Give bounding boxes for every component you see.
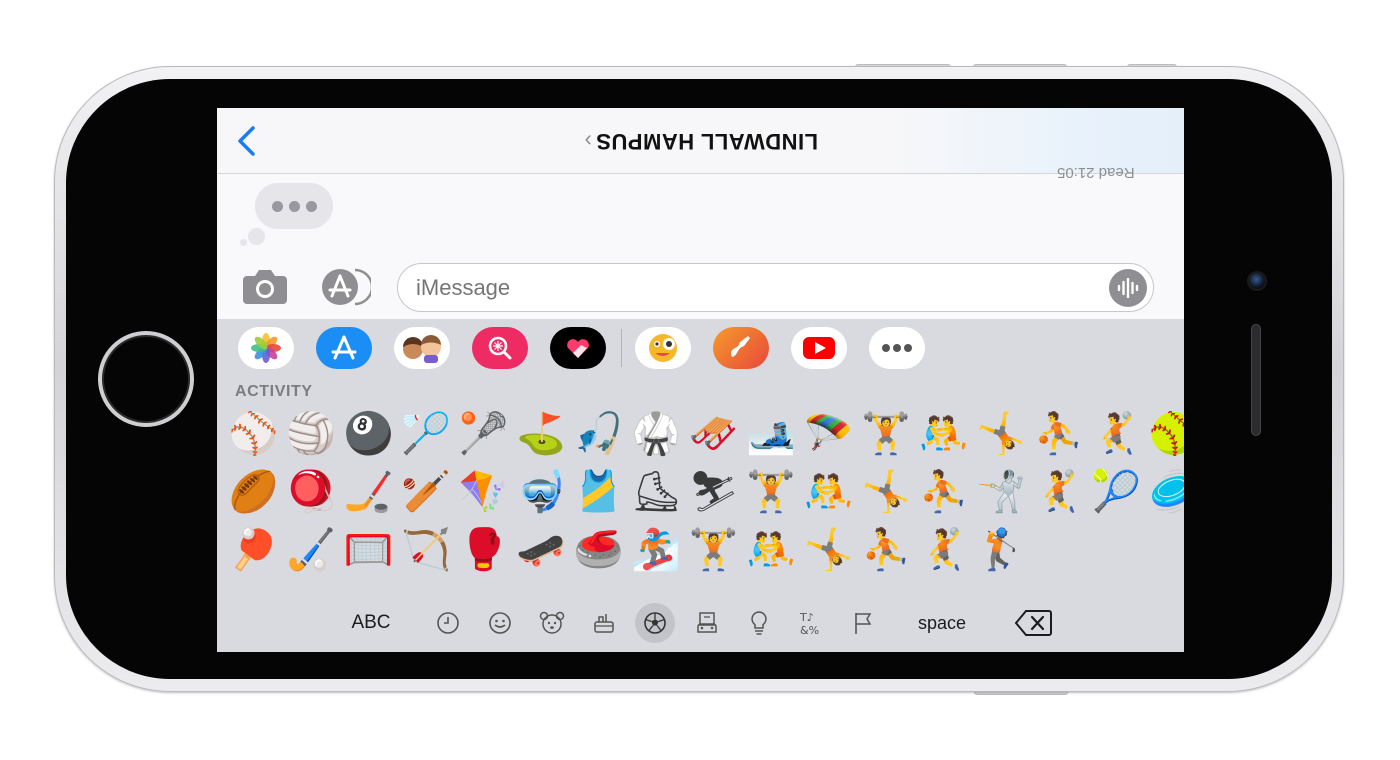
emoji-section-label: ACTIVITY (235, 383, 313, 400)
photos-icon[interactable] (238, 327, 294, 369)
app-store-icon[interactable] (316, 327, 372, 369)
back-chevron-icon[interactable] (235, 124, 259, 158)
emoji-key[interactable]: 🏑 (283, 521, 341, 579)
emoji-key[interactable]: 🥎 (1145, 405, 1184, 463)
emoji-key[interactable]: 🤾 (1030, 463, 1088, 521)
animals-icon[interactable] (532, 603, 572, 643)
emoji-key[interactable]: 🏹 (398, 521, 456, 579)
typing-bubble-tail (248, 228, 265, 245)
emoji-key[interactable]: ⛹ (915, 463, 973, 521)
svg-text:&%: &% (800, 624, 819, 636)
emoji-key[interactable]: 🤼 (743, 521, 801, 579)
emoji-key[interactable]: 🏋 (685, 521, 743, 579)
emoji-key[interactable]: 🤸 (973, 405, 1031, 463)
activity-icon[interactable] (635, 603, 675, 643)
emoji-key[interactable]: 🥋 (628, 405, 686, 463)
typing-bubble-tail-small (240, 239, 247, 246)
abc-key[interactable]: ABC (341, 605, 401, 641)
emoji-key[interactable]: ⛹ (1030, 405, 1088, 463)
emoji-key[interactable]: 🏓 (225, 521, 283, 579)
imessage-input[interactable] (397, 263, 1154, 312)
read-receipt: Read 21:05 (1057, 164, 1135, 181)
emoji-key[interactable]: 🎾 (1088, 463, 1146, 521)
emoji-key[interactable]: 🏌 (973, 521, 1031, 579)
sticker-icon[interactable] (635, 327, 691, 369)
emoji-key[interactable]: 🏋 (858, 405, 916, 463)
emoji-key[interactable]: 🥍 (455, 405, 513, 463)
emoji-key[interactable]: 🪀 (283, 463, 341, 521)
contact-name: LINDWALL HAMPUS (595, 129, 819, 154)
typing-dot (271, 200, 283, 212)
recent-icon[interactable] (428, 603, 468, 643)
emoji-grid: ⚾ 🏐 🎱 🏸 🥍 ⛳ 🎣 🥋 🛷 🎿 🪂 🏋 🤼 🤸 ⛹ 🤾 🥎 🏉 🪀 🏒 🏏 🪁 🤿 🎽 ⛸ ⛷ 🏋 🤼 🤸 ⛹ 🤺 🤾 🎾 🥏 🏓 🏑 🥅 🏹 🥊 🛹… (225, 405, 1184, 585)
image-search-icon[interactable] (472, 327, 528, 369)
emoji-key[interactable]: 🤾 (1088, 405, 1146, 463)
emoji-key[interactable]: 🏒 (340, 463, 398, 521)
app-store-button-icon[interactable] (319, 268, 371, 306)
conversation-header: LINDWALL HAMPUS› (217, 108, 1184, 174)
emoji-key[interactable]: 🛹 (513, 521, 571, 579)
emoji-key[interactable]: ⛷ (685, 463, 743, 521)
objects-icon[interactable] (739, 603, 779, 643)
music-app-icon[interactable] (713, 327, 769, 369)
memoji-icon[interactable] (394, 327, 450, 369)
typing-dot (305, 200, 317, 212)
youtube-icon[interactable] (791, 327, 847, 369)
more-icon[interactable] (869, 327, 925, 369)
camera-icon[interactable] (241, 266, 289, 306)
emoji-key[interactable]: 🎽 (570, 463, 628, 521)
emoji-key[interactable]: 🏋 (743, 463, 801, 521)
emoji-key[interactable]: ⛹ (858, 521, 916, 579)
svg-text:T♪: T♪ (799, 611, 814, 624)
emoji-key[interactable]: 🤾 (915, 521, 973, 579)
emoji-key[interactable]: 🥏 (1145, 463, 1184, 521)
emoji-key[interactable]: ⛸ (628, 463, 686, 521)
emoji-category-bar: ABC T♪ &% space (217, 595, 1184, 651)
emoji-key[interactable]: 🤸 (858, 463, 916, 521)
travel-icon[interactable] (687, 603, 727, 643)
typing-indicator (255, 183, 333, 229)
contact-name-button[interactable]: LINDWALL HAMPUS› (561, 128, 841, 154)
emoji-key[interactable]: 🏂 (628, 521, 686, 579)
emoji-key[interactable]: 🥊 (455, 521, 513, 579)
flags-icon[interactable] (843, 603, 883, 643)
emoji-key[interactable]: 🏸 (398, 405, 456, 463)
delete-key-icon[interactable] (1015, 607, 1053, 639)
earpiece-speaker (1251, 324, 1261, 436)
smileys-icon[interactable] (480, 603, 520, 643)
emoji-key[interactable]: 🤼 (800, 463, 858, 521)
emoji-key[interactable]: 🪁 (455, 463, 513, 521)
emoji-key[interactable]: 🥌 (570, 521, 628, 579)
symbols-icon[interactable]: T♪ &% (791, 603, 831, 643)
app-drawer (217, 319, 1184, 379)
front-camera (1249, 273, 1265, 289)
emoji-key[interactable]: 🥅 (340, 521, 398, 579)
emoji-key[interactable]: 🏏 (398, 463, 456, 521)
emoji-key[interactable]: 🛷 (685, 405, 743, 463)
emoji-key[interactable]: 🤼 (915, 405, 973, 463)
digital-touch-icon[interactable] (550, 327, 606, 369)
audio-message-icon[interactable] (1109, 269, 1147, 307)
emoji-key[interactable]: 🎱 (340, 405, 398, 463)
emoji-key[interactable]: ⚾ (225, 405, 283, 463)
emoji-key[interactable]: 🎿 (743, 405, 801, 463)
emoji-keyboard: ACTIVITY ⚾ 🏐 🎱 🏸 🥍 ⛳ 🎣 🥋 🛷 🎿 🪂 🏋 🤼 🤸 ⛹ 🤾 🥎 🏉 🪀 🏒 🏏 🪁 🤿 🎽 ⛸ ⛷ 🏋 🤼 🤸 ⛹ 🤺… (217, 319, 1184, 652)
typing-dot (288, 200, 300, 212)
emoji-key[interactable]: 🤿 (513, 463, 571, 521)
space-key[interactable]: space (907, 605, 977, 641)
emoji-key[interactable]: 🤺 (973, 463, 1031, 521)
food-icon[interactable] (584, 603, 624, 643)
emoji-key[interactable]: 🪂 (800, 405, 858, 463)
messages-screen: LINDWALL HAMPUS› Read 21:05 iMessage ACT… (217, 108, 1184, 652)
home-button[interactable] (98, 331, 194, 427)
emoji-key[interactable]: 🤸 (800, 521, 858, 579)
drawer-divider (621, 329, 622, 367)
contact-chevron-icon: › (583, 129, 592, 154)
emoji-key[interactable]: ⛳ (513, 405, 571, 463)
emoji-key[interactable]: 🎣 (570, 405, 628, 463)
emoji-key[interactable]: 🏉 (225, 463, 283, 521)
emoji-key[interactable]: 🏐 (283, 405, 341, 463)
